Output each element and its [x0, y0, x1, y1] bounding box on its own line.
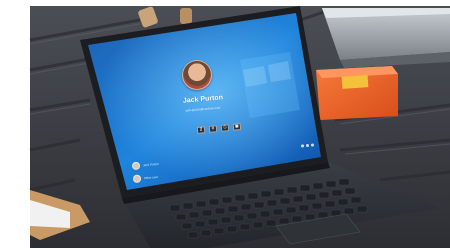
top-white-strip	[0, 0, 450, 6]
orange-box	[316, 66, 398, 120]
wooden-stick-2	[180, 8, 192, 24]
silver-case	[322, 8, 450, 68]
scene-illustration	[0, 0, 450, 248]
